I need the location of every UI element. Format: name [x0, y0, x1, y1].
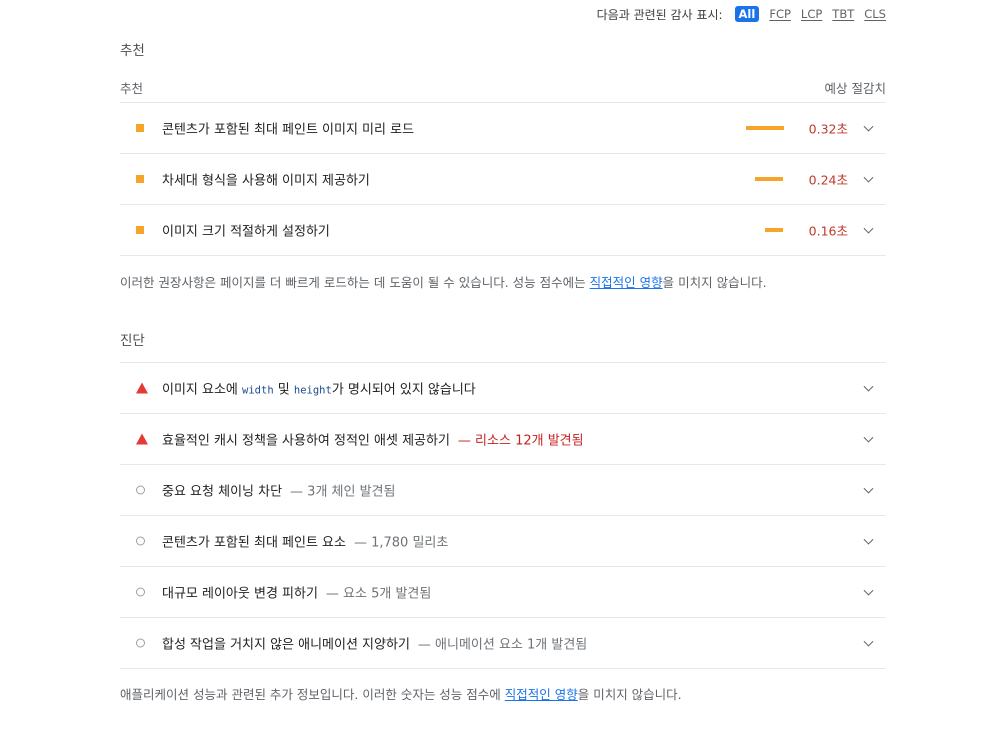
- diagnostic-title: 효율적인 캐시 정책을 사용하여 정적인 애셋 제공하기 — 리소스 12개 발견…: [162, 433, 584, 449]
- opportunity-row[interactable]: 이미지 크기 적절하게 설정하기 0.16초: [120, 204, 886, 255]
- diagnostic-detail: — 리소스 12개 발견됨: [457, 433, 584, 449]
- filter-chip-lcp[interactable]: LCP: [801, 7, 822, 21]
- diagnostic-row[interactable]: 대규모 레이아웃 변경 피하기 — 요소 5개 발견됨: [120, 566, 886, 617]
- opportunity-title: 이미지 크기 적절하게 설정하기: [162, 224, 330, 240]
- column-header-recommendation: 추천: [120, 81, 144, 96]
- savings-value: 0.32초: [808, 121, 848, 137]
- note-text: 을 미치지 않습니다.: [662, 275, 767, 290]
- opportunities-section-title: 추천: [120, 43, 145, 59]
- red-triangle-icon: [136, 433, 148, 445]
- note-text: 이러한 권장사항은 페이지를 더 빠르게 로드하는 데 도움이 될 수 있습니다…: [120, 275, 590, 290]
- diagnostic-row[interactable]: 중요 요청 체이닝 차단 — 3개 체인 발견됨: [120, 464, 886, 515]
- filter-chip-all[interactable]: All: [734, 6, 760, 22]
- opportunity-title: 차세대 형식을 사용해 이미지 제공하기: [162, 173, 370, 189]
- orange-square-icon: [136, 124, 144, 132]
- red-triangle-icon: [136, 382, 148, 394]
- savings-bar: [765, 228, 783, 232]
- diagnostic-detail: — 애니메이션 요소 1개 발견됨: [417, 637, 588, 653]
- diagnostics-note: 애플리케이션 성능과 관련된 추가 정보입니다. 이러한 숫자는 성능 점수에 …: [120, 684, 682, 703]
- direct-impact-link[interactable]: 직접적인 영향: [590, 275, 663, 290]
- audit-filter-bar: 다음과 관련된 감사 표시: All FCP LCP TBT CLS: [597, 5, 886, 23]
- chevron-down-icon[interactable]: [863, 483, 874, 494]
- diagnostic-row[interactable]: 콘텐츠가 포함된 최대 페인트 요소 — 1,780 밀리초: [120, 515, 886, 566]
- divider: [120, 668, 886, 669]
- opportunity-row[interactable]: 차세대 형식을 사용해 이미지 제공하기 0.24초: [120, 153, 886, 204]
- savings-bar: [755, 177, 783, 181]
- chevron-down-icon[interactable]: [863, 585, 874, 596]
- chevron-down-icon[interactable]: [863, 534, 874, 545]
- filter-chip-fcp[interactable]: FCP: [769, 7, 791, 21]
- filter-chip-cls[interactable]: CLS: [864, 7, 886, 21]
- gray-circle-icon: [136, 638, 145, 648]
- opportunity-title: 콘텐츠가 포함된 최대 페인트 이미지 미리 로드: [162, 122, 415, 138]
- note-text: 애플리케이션 성능과 관련된 추가 정보입니다. 이러한 숫자는 성능 점수에: [120, 687, 505, 702]
- diagnostic-title: 대규모 레이아웃 변경 피하기 — 요소 5개 발견됨: [162, 586, 432, 602]
- gray-circle-icon: [136, 536, 145, 546]
- note-text: 을 미치지 않습니다.: [577, 687, 682, 702]
- orange-square-icon: [136, 226, 144, 234]
- filter-label: 다음과 관련된 감사 표시:: [596, 7, 723, 22]
- diagnostics-section-title: 진단: [120, 333, 145, 349]
- opportunities-note: 이러한 권장사항은 페이지를 더 빠르게 로드하는 데 도움이 될 수 있습니다…: [120, 272, 767, 291]
- diagnostic-title: 중요 요청 체이닝 차단 — 3개 체인 발견됨: [162, 484, 396, 500]
- direct-impact-link[interactable]: 직접적인 영향: [505, 687, 578, 702]
- orange-square-icon: [136, 175, 144, 183]
- divider: [120, 255, 886, 256]
- diagnostic-row[interactable]: 효율적인 캐시 정책을 사용하여 정적인 애셋 제공하기 — 리소스 12개 발견…: [120, 413, 886, 464]
- diagnostic-title: 합성 작업을 거치지 않은 애니메이션 지양하기 — 애니메이션 요소 1개 발견…: [162, 637, 588, 653]
- chevron-down-icon[interactable]: [863, 432, 874, 443]
- diagnostic-detail: — 1,780 밀리초: [353, 535, 449, 551]
- filter-chip-tbt[interactable]: TBT: [832, 7, 854, 21]
- savings-value: 0.16초: [808, 223, 848, 239]
- chevron-down-icon[interactable]: [863, 636, 874, 647]
- diagnostic-title: 이미지 요소에 width 및 height가 명시되어 있지 않습니다: [162, 382, 476, 398]
- diagnostic-detail: — 요소 5개 발견됨: [325, 586, 432, 602]
- chevron-down-icon[interactable]: [863, 172, 874, 183]
- opportunity-row[interactable]: 콘텐츠가 포함된 최대 페인트 이미지 미리 로드 0.32초: [120, 102, 886, 153]
- gray-circle-icon: [136, 485, 145, 495]
- savings-bar: [746, 126, 784, 130]
- diagnostic-title: 콘텐츠가 포함된 최대 페인트 요소 — 1,780 밀리초: [162, 535, 449, 551]
- chevron-down-icon[interactable]: [863, 381, 874, 392]
- diagnostic-detail: — 3개 체인 발견됨: [290, 484, 396, 500]
- opportunities-column-header: 추천 예상 절감치: [120, 78, 886, 98]
- savings-value: 0.24초: [808, 172, 848, 188]
- diagnostic-row[interactable]: 합성 작업을 거치지 않은 애니메이션 지양하기 — 애니메이션 요소 1개 발견…: [120, 617, 886, 668]
- diagnostic-row[interactable]: 이미지 요소에 width 및 height가 명시되어 있지 않습니다: [120, 362, 886, 413]
- column-header-estimated-savings: 예상 절감치: [824, 81, 886, 96]
- gray-circle-icon: [136, 587, 145, 597]
- chevron-down-icon[interactable]: [863, 121, 874, 132]
- chevron-down-icon[interactable]: [863, 223, 874, 234]
